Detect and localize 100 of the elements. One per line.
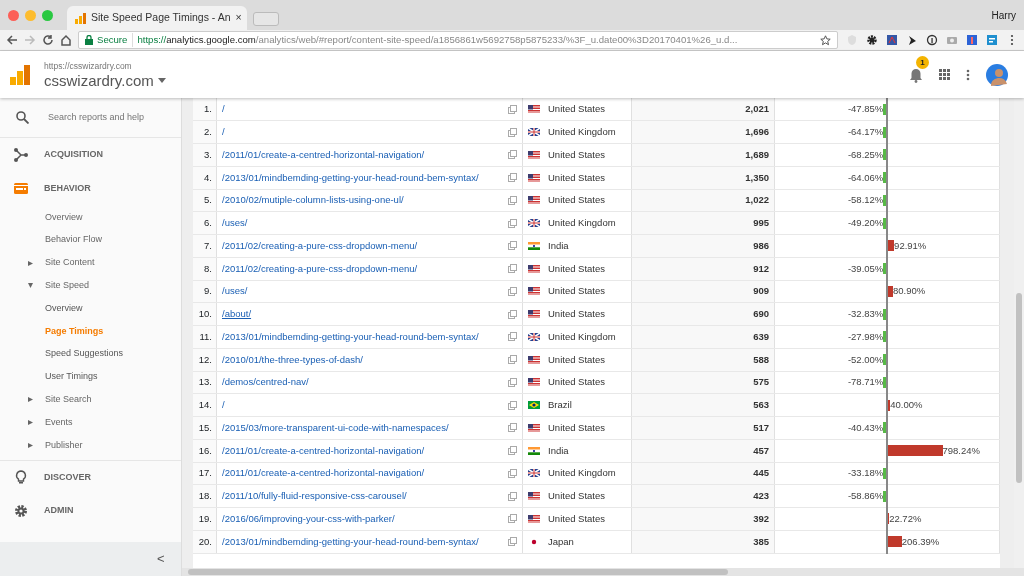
copy-icon[interactable]	[508, 286, 517, 296]
address-bar[interactable]: Secure https://analytics.google.com/analytics/web/#report/content-site-speed/a1856861w5692758p5875233/%3F_u.date00%3D20170401%26_u.d...	[78, 31, 838, 49]
collapse-button[interactable]: <	[156, 549, 165, 569]
page-link[interactable]: /2015/03/more-transparent-ui-code-with-namespaces/	[222, 420, 449, 435]
copy-icon[interactable]	[508, 264, 517, 274]
page-link[interactable]: /2010/01/the-three-types-of-dash/	[222, 352, 363, 367]
copy-icon[interactable]	[508, 309, 517, 319]
window-control[interactable]	[25, 9, 36, 21]
nav-item[interactable]: Publisher	[0, 433, 181, 457]
page-link[interactable]: /2011/01/create-a-centred-horizontal-navigation/	[222, 443, 425, 458]
page-link[interactable]: /	[222, 125, 225, 140]
copy-icon[interactable]	[508, 400, 517, 410]
nav-item[interactable]: Overview	[0, 206, 181, 229]
row-number: 20.	[198, 535, 212, 547]
scrollbar-thumb[interactable]	[1016, 293, 1022, 483]
camera-icon[interactable]	[946, 34, 958, 46]
puzzle-icon[interactable]	[886, 34, 898, 46]
page-link[interactable]: /about/	[222, 307, 252, 322]
copy-icon[interactable]	[508, 446, 517, 456]
property-selector[interactable]: csswizardry.com	[44, 72, 166, 90]
nav-section[interactable]: ADMIN	[0, 493, 181, 528]
caret-icon	[28, 420, 33, 426]
page-link[interactable]: /uses/	[222, 216, 248, 231]
back-icon[interactable]	[6, 34, 18, 46]
copy-icon[interactable]	[508, 127, 517, 137]
nav-section[interactable]: BEHAVIOR	[0, 172, 181, 206]
change-value: 92.91%	[894, 238, 927, 253]
nav-item[interactable]: User Timings	[0, 365, 181, 389]
page-link[interactable]: /2013/01/mindbemding-getting-your-head-round-bem-syntax/	[222, 329, 479, 344]
reader-icon[interactable]	[986, 34, 998, 46]
page-link[interactable]: /2011/02/creating-a-pure-css-dropdown-menu/	[222, 238, 418, 253]
home-icon[interactable]	[60, 34, 72, 46]
reload-icon[interactable]	[42, 34, 54, 46]
site-url: https://csswizardry.com	[44, 59, 133, 73]
search-field[interactable]: Search reports and help	[46, 109, 176, 126]
close-icon[interactable]: ×	[235, 10, 242, 26]
nav-item[interactable]: Behavior Flow	[0, 228, 181, 252]
page-link[interactable]: /	[222, 398, 225, 413]
star-icon[interactable]	[820, 34, 831, 46]
page-link[interactable]: /	[222, 102, 225, 117]
nav-item[interactable]: Events	[0, 411, 181, 434]
new-tab-button[interactable]	[253, 12, 279, 26]
copy-icon[interactable]	[508, 377, 517, 387]
row-number: 18.	[198, 490, 212, 501]
user-name[interactable]: Harry	[991, 7, 1016, 23]
page-link[interactable]: /uses/	[222, 284, 248, 299]
session-count: 2,021	[745, 103, 769, 114]
gear-icon[interactable]	[866, 34, 878, 46]
page-link[interactable]: /2011/02/creating-a-pure-css-dropdown-menu/	[222, 261, 418, 276]
row-number: 7.	[204, 239, 212, 251]
bell-icon[interactable]	[909, 67, 923, 83]
country-name: United States	[548, 375, 606, 390]
page-link[interactable]: /2013/01/mindbemding-getting-your-head-round-bem-syntax/	[222, 534, 479, 549]
nav-section[interactable]: ACQUISITION	[0, 138, 181, 172]
copy-icon[interactable]	[508, 355, 517, 365]
nav-item[interactable]: Site Search	[0, 388, 181, 412]
nav-item[interactable]: Speed Suggestions	[0, 342, 181, 366]
country-name: United States	[548, 511, 606, 526]
scrollbar-thumb[interactable]	[187, 569, 728, 575]
forward-icon[interactable]	[24, 34, 36, 46]
row-number: 19.	[198, 512, 212, 524]
session-count: 385	[753, 535, 769, 547]
page-link[interactable]: /2010/02/mutiple-column-lists-using-one-ul/	[222, 193, 404, 208]
nav-item[interactable]: Overview	[0, 297, 181, 320]
copy-icon[interactable]	[508, 104, 517, 114]
copy-icon[interactable]	[508, 332, 517, 342]
change-value: 80.90%	[893, 284, 926, 299]
change-value: -52.00%	[847, 352, 884, 367]
copy-icon[interactable]	[508, 218, 517, 228]
lighthouse-icon[interactable]	[966, 34, 978, 46]
copy-icon[interactable]	[508, 537, 517, 547]
page-link[interactable]: /2011/01/create-a-centred-horizontal-navigation/	[222, 466, 425, 481]
page-link[interactable]: /2016/06/improving-your-css-with-parker/	[222, 511, 395, 526]
window-control[interactable]	[42, 9, 53, 21]
nav-item[interactable]: Site Content	[0, 251, 181, 275]
copy-icon[interactable]	[508, 491, 517, 501]
change-value: -27.98%	[847, 329, 884, 344]
nav-item[interactable]: Site Speed	[0, 274, 181, 298]
window-control[interactable]	[8, 9, 19, 21]
country-name: United States	[548, 489, 606, 503]
caret-icon	[28, 397, 33, 403]
page-link[interactable]: /2011/01/create-a-centred-horizontal-navigation/	[222, 147, 425, 162]
copy-icon[interactable]	[508, 241, 517, 251]
page-link[interactable]: /2011/10/fully-fluid-responsive-css-carousel/	[222, 489, 407, 504]
apps-icon[interactable]	[939, 69, 950, 80]
info-icon[interactable]	[926, 34, 938, 46]
page-link[interactable]: /2013/01/mindbemding-getting-your-head-round-bem-syntax/	[222, 170, 479, 185]
nav-section[interactable]: DISCOVER	[0, 459, 181, 494]
copy-icon[interactable]	[508, 195, 517, 205]
copy-icon[interactable]	[508, 468, 517, 478]
browser-tab[interactable]: Site Speed Page Timings - An ×	[67, 6, 247, 30]
copy-icon[interactable]	[508, 173, 517, 183]
page-link[interactable]: /demos/centred-nav/	[222, 375, 309, 390]
copy-icon[interactable]	[508, 150, 517, 160]
more-icon[interactable]	[966, 68, 970, 81]
avatar-icon[interactable]	[986, 63, 1008, 86]
row-number: 4.	[204, 171, 212, 183]
copy-icon[interactable]	[508, 423, 517, 433]
layout-icon	[14, 182, 28, 196]
copy-icon[interactable]	[508, 514, 517, 524]
